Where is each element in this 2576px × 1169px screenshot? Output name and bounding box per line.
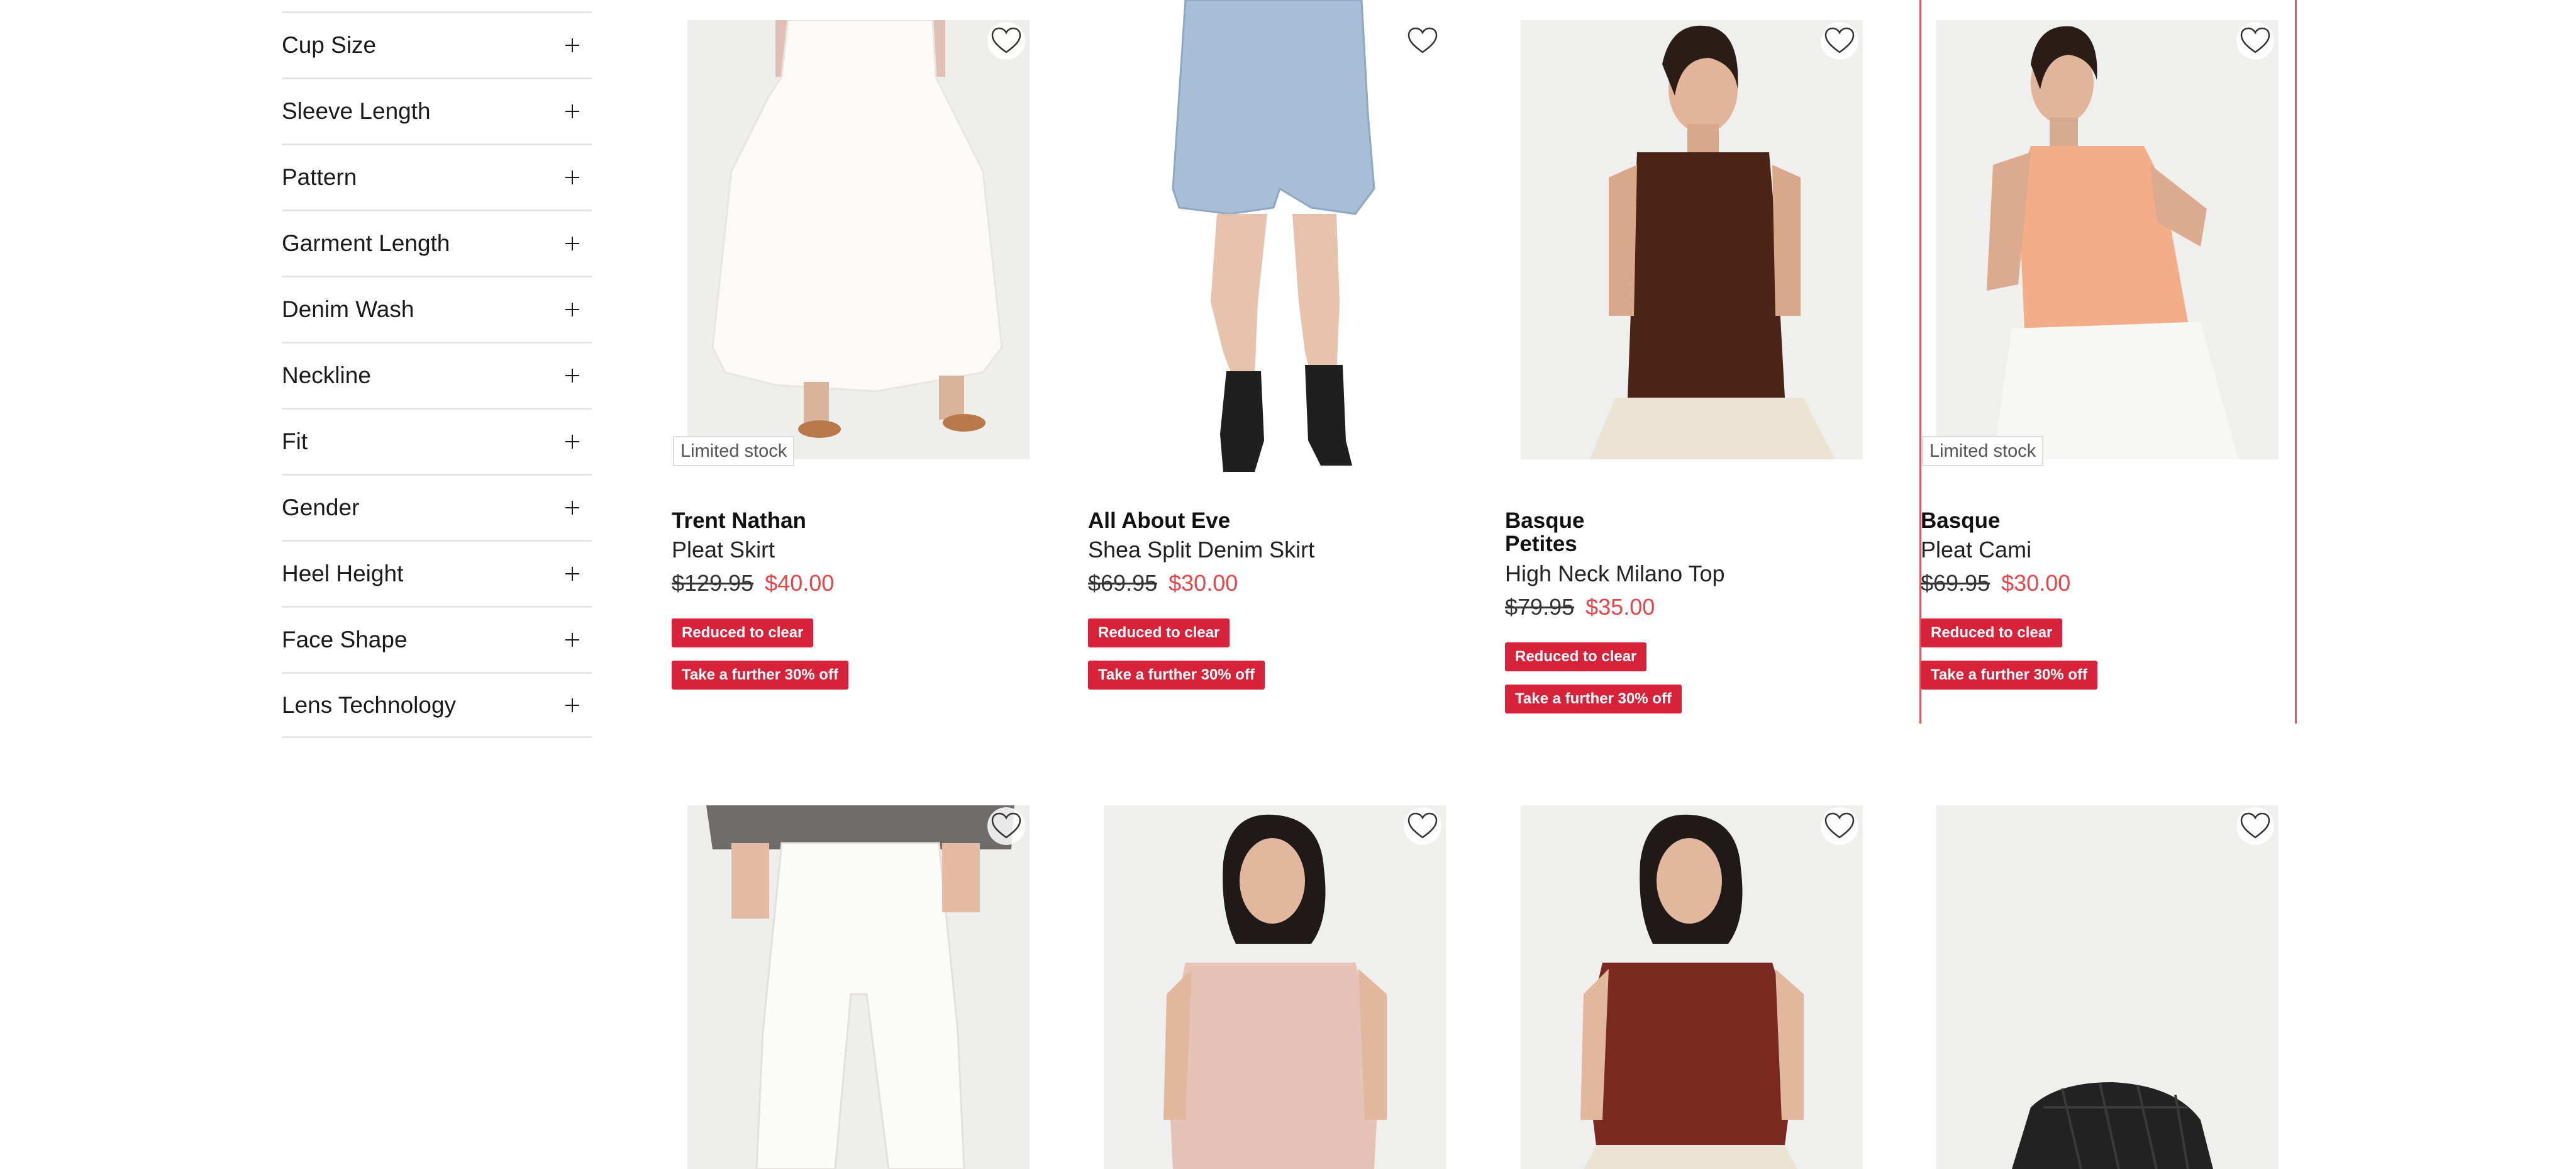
filter-label: Denim Wash [282, 296, 414, 322]
sale-price: $40.00 [765, 570, 835, 596]
filter-neckline[interactable]: Neckline [282, 342, 592, 408]
product-image[interactable] [1104, 0, 1446, 478]
plus-icon [565, 237, 579, 250]
product-image[interactable] [1521, 20, 1863, 459]
heart-icon [1407, 27, 1438, 53]
filter-label: Heel Height [282, 561, 404, 586]
product-name[interactable]: High Neck Milano Top [1505, 561, 1725, 587]
wishlist-button[interactable] [1821, 22, 1858, 60]
heart-icon [1824, 812, 1855, 839]
product-price: $69.95 $30.00 [1921, 570, 2070, 596]
product-price: $69.95 $30.00 [1088, 570, 1238, 596]
product-name[interactable]: Pleat Cami [1921, 537, 2031, 563]
plus-icon [565, 698, 579, 712]
plus-icon [565, 567, 579, 581]
filter-garment-length[interactable]: Garment Length [282, 210, 592, 276]
product-brand[interactable]: Basque [1921, 508, 2000, 534]
heart-icon [991, 27, 1021, 53]
product-price: $129.95 $40.00 [672, 570, 834, 596]
product-image[interactable] [1936, 805, 2279, 1169]
filter-label: Garment Length [282, 230, 450, 256]
plus-icon [565, 104, 579, 118]
heart-icon [2240, 27, 2270, 53]
plus-icon [565, 303, 579, 316]
filter-cup-size[interactable]: Cup Size [282, 11, 592, 77]
wishlist-button[interactable] [1404, 22, 1441, 60]
filter-sleeve-length[interactable]: Sleeve Length [282, 77, 592, 143]
plus-icon [565, 435, 579, 449]
further-discount-badge: Take a further 30% off [1921, 661, 2097, 690]
plus-icon [565, 501, 579, 515]
filter-label: Cup Size [282, 32, 377, 58]
filter-label: Pattern [282, 164, 357, 190]
product-brand[interactable]: Trent Nathan [672, 508, 806, 534]
heart-icon [1824, 27, 1855, 53]
original-price: $69.95 [1088, 570, 1158, 596]
product-image[interactable] [687, 20, 1030, 459]
filter-face-shape[interactable]: Face Shape [282, 606, 592, 672]
filter-denim-wash[interactable]: Denim Wash [282, 276, 592, 342]
wishlist-button[interactable] [2236, 807, 2274, 845]
filter-lens-technology[interactable]: Lens Technology [282, 672, 592, 738]
filter-gender[interactable]: Gender [282, 474, 592, 540]
original-price: $69.95 [1921, 570, 1990, 596]
filter-heel-height[interactable]: Heel Height [282, 540, 592, 606]
wishlist-button[interactable] [1821, 807, 1858, 845]
filter-pattern[interactable]: Pattern [282, 143, 592, 210]
plus-icon [565, 369, 579, 383]
plus-icon [565, 38, 579, 52]
filter-label: Sleeve Length [282, 98, 431, 124]
stock-badge: Limited stock [673, 436, 795, 466]
sale-price: $30.00 [2001, 570, 2071, 596]
product-image[interactable] [1936, 20, 2279, 459]
wishlist-button[interactable] [2236, 22, 2274, 60]
plus-icon [565, 171, 579, 184]
heart-icon [1407, 812, 1438, 839]
reduced-to-clear-badge: Reduced to clear [672, 618, 814, 647]
reduced-to-clear-badge: Reduced to clear [1088, 618, 1230, 647]
filter-label: Neckline [282, 362, 371, 388]
further-discount-badge: Take a further 30% off [672, 661, 848, 690]
plus-icon [565, 633, 579, 647]
original-price: $79.95 [1505, 594, 1575, 620]
product-image[interactable] [1521, 805, 1863, 1169]
further-discount-badge: Take a further 30% off [1088, 661, 1265, 690]
product-image[interactable] [687, 805, 1030, 1169]
wishlist-button[interactable] [987, 807, 1025, 845]
stock-badge: Limited stock [1922, 436, 2044, 466]
product-name[interactable]: Shea Split Denim Skirt [1088, 537, 1314, 563]
heart-icon [991, 812, 1021, 839]
original-price: $129.95 [672, 570, 754, 596]
product-brand[interactable]: All About Eve [1088, 508, 1230, 534]
heart-icon [2240, 812, 2270, 839]
product-image[interactable] [1104, 805, 1446, 1169]
further-discount-badge: Take a further 30% off [1505, 685, 1682, 713]
wishlist-button[interactable] [987, 22, 1025, 60]
filter-fit[interactable]: Fit [282, 408, 592, 474]
sale-price: $35.00 [1585, 594, 1655, 620]
reduced-to-clear-badge: Reduced to clear [1921, 618, 2063, 647]
wishlist-button[interactable] [1404, 807, 1441, 845]
filter-sidebar: Cup Size Sleeve Length Pattern Garment L… [282, 11, 592, 738]
product-price: $79.95 $35.00 [1505, 594, 1655, 620]
product-sub-brand[interactable]: Petites [1505, 532, 1577, 557]
filter-label: Fit [282, 428, 308, 454]
product-brand[interactable]: Basque [1505, 508, 1584, 534]
filter-label: Face Shape [282, 627, 408, 652]
sale-price: $30.00 [1169, 570, 1238, 596]
reduced-to-clear-badge: Reduced to clear [1505, 642, 1647, 671]
product-name[interactable]: Pleat Skirt [672, 537, 775, 563]
filter-label: Lens Technology [282, 691, 457, 718]
filter-label: Gender [282, 495, 360, 520]
